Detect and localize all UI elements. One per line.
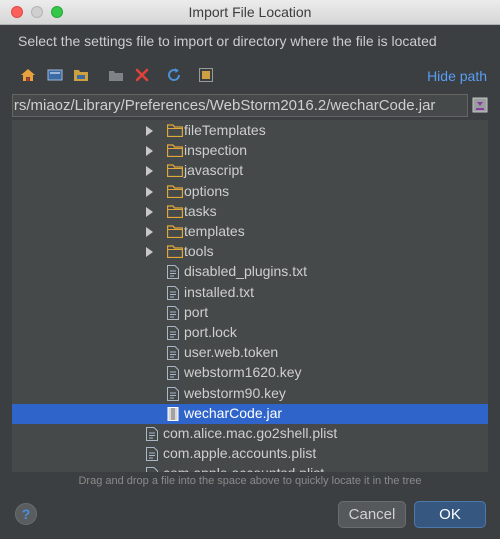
expand-arrow-icon[interactable] bbox=[146, 247, 153, 258]
tree-item-label: port.lock bbox=[184, 324, 237, 340]
tree-row[interactable]: webstorm90.key bbox=[12, 384, 488, 404]
tree-item-label: com.apple.accountsd.plist bbox=[163, 465, 324, 472]
expand-arrow-icon[interactable] bbox=[146, 126, 153, 136]
tree-item-label: installed.txt bbox=[184, 283, 255, 300]
new-folder-icon[interactable] bbox=[108, 67, 124, 83]
tree-item-label: options bbox=[184, 182, 230, 199]
tree-row[interactable]: fileTemplates bbox=[12, 121, 488, 141]
home-icon[interactable] bbox=[20, 67, 36, 83]
tree-row[interactable]: port.lock bbox=[12, 323, 488, 343]
folder-icon bbox=[166, 164, 184, 182]
folder-icon bbox=[166, 184, 184, 203]
tree-item-label: user.web.token bbox=[184, 344, 279, 361]
hide-path-link[interactable]: Hide path bbox=[427, 68, 487, 84]
desktop-icon[interactable] bbox=[47, 67, 63, 83]
expand-arrow-icon[interactable] bbox=[146, 166, 153, 177]
folder-icon bbox=[166, 144, 184, 162]
expand-arrow-icon[interactable] bbox=[146, 227, 153, 237]
jar-file-icon bbox=[167, 406, 179, 426]
expand-arrow-icon[interactable] bbox=[146, 146, 153, 157]
tree-row[interactable]: disabled_plugins.txt bbox=[12, 262, 488, 282]
show-hidden-icon[interactable] bbox=[198, 67, 214, 83]
tree-row[interactable]: com.alice.mac.go2shell.plist bbox=[12, 424, 488, 444]
drag-drop-hint: Drag and drop a file into the space abov… bbox=[78, 475, 422, 487]
file-icon bbox=[167, 326, 179, 345]
tree-row[interactable]: webstorm1620.key bbox=[12, 363, 488, 383]
path-input[interactable]: sers/miaoz/Library/Preferences/WebStorm2… bbox=[12, 94, 468, 117]
cancel-button[interactable]: Cancel bbox=[338, 501, 406, 528]
tree-row[interactable]: tools bbox=[12, 242, 488, 262]
tree-item-label: templates bbox=[184, 223, 245, 239]
tree-row[interactable]: user.web.token bbox=[12, 343, 488, 363]
tree-item-label: webstorm90.key bbox=[184, 384, 286, 401]
tree-row[interactable]: javascript bbox=[12, 161, 488, 181]
tree-item-label: com.alice.mac.go2shell.plist bbox=[163, 425, 338, 441]
tree-item-label: wecharCode.jar bbox=[184, 404, 283, 421]
project-folder-icon[interactable] bbox=[73, 67, 89, 83]
tree-row[interactable]: installed.txt bbox=[12, 283, 488, 303]
file-icon bbox=[146, 427, 158, 446]
tree-row[interactable]: port bbox=[12, 303, 488, 323]
tree-item-label: inspection bbox=[184, 142, 248, 159]
refresh-icon[interactable] bbox=[166, 67, 182, 83]
ok-button[interactable]: OK bbox=[414, 501, 486, 528]
folder-icon bbox=[166, 225, 184, 243]
tree-item-label: port bbox=[184, 303, 209, 320]
file-icon bbox=[146, 467, 158, 472]
window-title: Import File Location bbox=[188, 4, 312, 20]
tree-item-label: tasks bbox=[184, 202, 217, 219]
title-bar: Import File Location bbox=[0, 0, 500, 25]
tree-row[interactable]: tasks bbox=[12, 202, 488, 222]
file-icon bbox=[167, 265, 179, 284]
help-button[interactable]: ? bbox=[15, 503, 37, 525]
tree-row[interactable]: wecharCode.jar bbox=[12, 403, 488, 426]
delete-icon[interactable] bbox=[134, 67, 150, 83]
file-icon bbox=[167, 285, 179, 305]
expand-arrow-icon[interactable] bbox=[146, 206, 153, 217]
file-icon bbox=[167, 305, 179, 325]
file-icon bbox=[146, 447, 158, 466]
tree-item-label: com.apple.accounts.plist bbox=[163, 445, 317, 462]
tree-item-label: fileTemplates bbox=[184, 122, 266, 138]
tree-item-label: javascript bbox=[184, 162, 244, 179]
tree-row[interactable]: templates bbox=[12, 222, 488, 242]
tree-row[interactable]: inspection bbox=[12, 141, 488, 161]
folder-icon bbox=[166, 205, 184, 223]
tree-row[interactable]: options bbox=[12, 182, 488, 202]
folder-icon bbox=[166, 245, 184, 263]
file-tree[interactable]: fileTemplates inspection javascript options… bbox=[12, 120, 488, 472]
tree-row[interactable]: com.apple.accountsd.plist bbox=[12, 464, 488, 472]
path-history-icon[interactable] bbox=[472, 96, 488, 114]
path-input-value: sers/miaoz/Library/Preferences/WebStorm2… bbox=[12, 97, 436, 114]
expand-arrow-icon[interactable] bbox=[146, 186, 153, 197]
file-icon bbox=[167, 386, 179, 406]
instruction-text: Select the settings file to import or di… bbox=[18, 33, 437, 49]
folder-icon bbox=[166, 124, 184, 142]
tree-item-label: webstorm1620.key bbox=[184, 364, 302, 381]
tree-item-label: disabled_plugins.txt bbox=[184, 263, 307, 280]
tree-item-label: tools bbox=[184, 243, 214, 260]
file-icon bbox=[167, 366, 179, 385]
file-icon bbox=[167, 346, 179, 365]
tree-row[interactable]: com.apple.accounts.plist bbox=[12, 444, 488, 464]
